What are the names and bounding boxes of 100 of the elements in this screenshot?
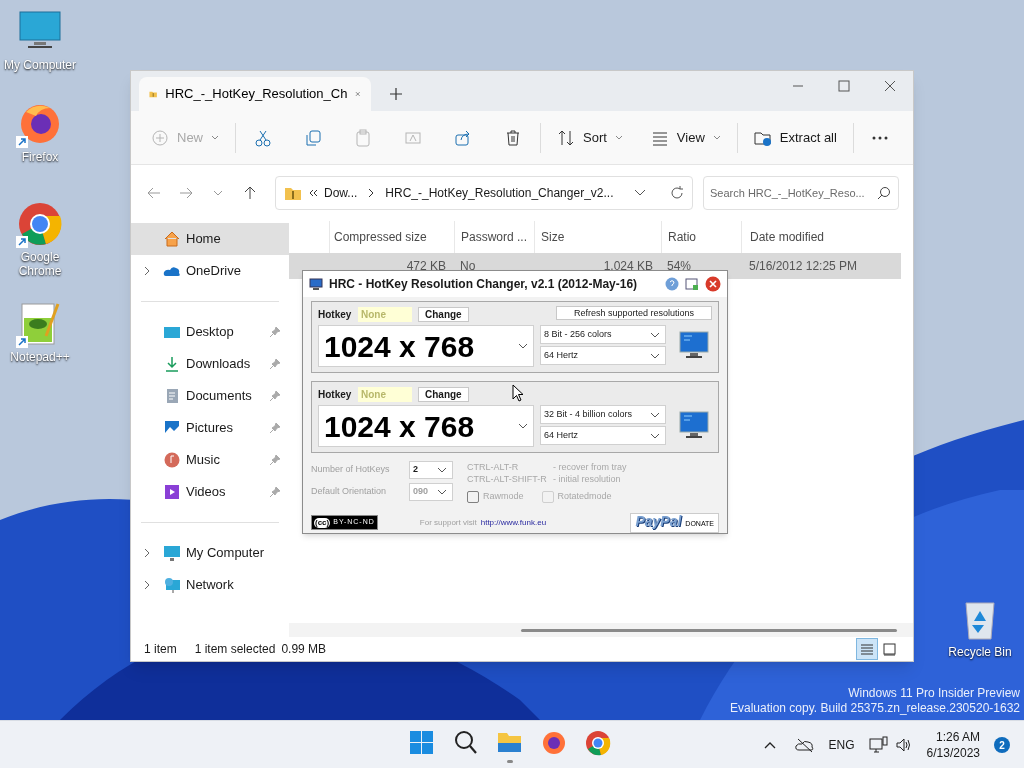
- shortcut-description: - initial resolution: [553, 473, 621, 485]
- breadcrumb[interactable]: Dow...: [324, 184, 358, 202]
- network-icon: [163, 576, 181, 594]
- tab-title: HRC_-_HotKey_Resolution_Ch: [165, 85, 348, 104]
- clock-time[interactable]: 1:26 AM: [935, 729, 980, 745]
- select-value: 2: [413, 463, 419, 477]
- maximize-icon[interactable]: [836, 79, 852, 93]
- hotkey-count-select[interactable]: 2: [409, 461, 453, 479]
- sidebar-item[interactable]: Documents: [131, 380, 289, 412]
- chevron-down-icon: [518, 343, 528, 349]
- music-icon: [163, 451, 181, 469]
- select-value: 64 Hertz: [544, 348, 579, 362]
- color-depth-select[interactable]: 32 Bit - 4 billion colors: [540, 405, 666, 424]
- details-view-button[interactable]: [856, 638, 878, 660]
- shortcut-description: - recover from tray: [553, 461, 627, 473]
- refresh-button[interactable]: Refresh supported resolutions: [556, 306, 712, 320]
- explorer-tab[interactable]: HRC_-_HotKey_Resolution_Ch: [139, 77, 371, 111]
- checkbox-label: Rawmode: [483, 490, 524, 503]
- chevron-down-icon: [650, 331, 660, 338]
- select-value: 1024 x 768: [323, 408, 476, 445]
- dropdown-caret-icon[interactable]: [634, 189, 646, 197]
- network-icon[interactable]: [868, 736, 889, 754]
- chrome-icon[interactable]: [16, 200, 64, 248]
- sidebar-item[interactable]: Network: [131, 569, 289, 601]
- caret-icon: [712, 134, 721, 141]
- plus-circle-icon: [151, 128, 169, 147]
- download-icon: [163, 355, 181, 373]
- support-text: For support visit: [419, 516, 477, 529]
- chevron-right-icon: [367, 188, 376, 198]
- hotkey-label: Hotkey: [318, 387, 352, 402]
- home-icon: [163, 230, 181, 248]
- sidebar-item[interactable]: OneDrive: [131, 255, 289, 287]
- refresh-rate-select[interactable]: 64 Hertz: [540, 346, 666, 365]
- status-text: 0.99 MB: [281, 641, 327, 658]
- chevron-down-icon: [650, 432, 660, 439]
- resolution-select[interactable]: 1024 x 768: [318, 405, 534, 447]
- scrollbar-thumb[interactable]: [521, 628, 897, 632]
- table-cell-text: 5/16/2012 12:25 PM: [749, 258, 858, 275]
- refresh-rate-select[interactable]: 64 Hertz: [540, 426, 666, 445]
- desktop-icon-label[interactable]: Recycle Bin: [948, 645, 1012, 659]
- resolution-select[interactable]: 1024 x 768: [318, 325, 534, 367]
- clock-date[interactable]: 6/13/2023: [926, 745, 980, 761]
- monitor-icon: [309, 278, 323, 290]
- extract-button[interactable]: Extract all: [739, 119, 851, 156]
- close-icon[interactable]: [705, 276, 721, 292]
- sort-button[interactable]: Sort: [543, 119, 637, 156]
- speaker-icon[interactable]: [894, 737, 913, 753]
- copy-icon: [304, 128, 322, 147]
- overflow-chevrons-icon: [308, 188, 318, 198]
- help-icon[interactable]: [665, 277, 679, 291]
- chevron-up-icon[interactable]: [762, 740, 777, 750]
- select-value: 090: [413, 485, 430, 499]
- dialog-title: HRC - HotKey Resolution Changer, v2.1 (2012-May-16): [329, 276, 639, 293]
- language-indicator[interactable]: ENG: [828, 736, 855, 754]
- sidebar-item[interactable]: Downloads: [131, 348, 289, 380]
- select-value: 1024 x 768: [323, 328, 476, 365]
- sidebar-item[interactable]: Music: [131, 444, 289, 476]
- close-icon[interactable]: [882, 79, 898, 93]
- refresh-icon[interactable]: [670, 186, 684, 200]
- monitor-icon: [678, 410, 710, 440]
- change-button[interactable]: Change: [418, 306, 469, 322]
- search-icon: [877, 186, 891, 200]
- table-cell-text: 472 KB: [406, 258, 446, 275]
- sidebar-item[interactable]: Pictures: [131, 412, 289, 444]
- more-icon: [871, 135, 888, 140]
- chevron-down-icon: [437, 489, 447, 495]
- cloud-offline-icon[interactable]: [794, 737, 815, 753]
- pin-icon: [269, 358, 281, 370]
- chevron-right-icon: [143, 266, 151, 276]
- pin-icon: [269, 422, 281, 434]
- cc-mark: (cc): [314, 517, 331, 528]
- sidebar-item[interactable]: Home: [131, 223, 289, 255]
- share-icon: [454, 128, 472, 147]
- table-cell-text: No: [460, 258, 476, 275]
- checkbox[interactable]: [467, 490, 479, 503]
- pin-icon: [269, 454, 281, 466]
- color-depth-select[interactable]: 8 Bit - 256 colors: [540, 325, 666, 344]
- folder-zip-icon: [284, 185, 302, 201]
- search-field[interactable]: Search HRC_-_HotKey_Reso...: [703, 176, 899, 210]
- sidebar-item[interactable]: Desktop: [131, 316, 289, 348]
- watermark-text: Evaluation copy. Build 25375.zn_release.230520-1632: [730, 701, 1020, 716]
- status-text: 1 item selected: [194, 641, 276, 658]
- chevron-down-icon: [650, 411, 660, 418]
- breadcrumb[interactable]: HRC_-_HotKey_Resolution_Changer_v2...: [385, 184, 614, 202]
- change-button[interactable]: Change: [418, 386, 469, 402]
- shortcut-keys: CTRL-ALT-SHIFT-R: [467, 473, 553, 485]
- support-link[interactable]: http://www.funk.eu: [480, 516, 547, 529]
- paste-icon: [354, 128, 372, 147]
- address-bar[interactable]: Dow... HRC_-_HotKey_Resolution_Changer_v2...: [275, 176, 693, 210]
- sidebar-item[interactable]: My Computer: [131, 537, 289, 569]
- notification-badge[interactable]: 2: [994, 737, 1010, 753]
- tray-window-icon[interactable]: [685, 277, 699, 291]
- chevron-down-icon: [437, 467, 447, 473]
- sidebar-item[interactable]: Videos: [131, 476, 289, 508]
- status-text: 1 item: [144, 641, 177, 658]
- shortcut-keys: CTRL-ALT-R: [467, 461, 553, 473]
- add-tab-icon[interactable]: [389, 87, 403, 101]
- caret-icon: [614, 134, 623, 141]
- view-button[interactable]: View: [636, 119, 735, 156]
- checkbox-label: Rotatedmode: [557, 490, 612, 503]
